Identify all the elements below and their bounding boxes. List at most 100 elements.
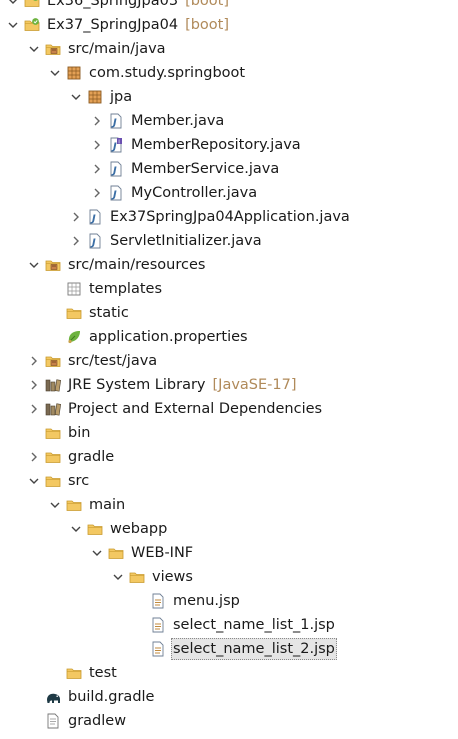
tree-item-decoration: [boot]	[185, 17, 230, 33]
tree-item[interactable]: JRE System Library [JavaSE-17]	[27, 374, 297, 396]
tree-item[interactable]: static	[48, 302, 131, 324]
tree-item[interactable]: gradle	[27, 446, 116, 468]
text-file-icon	[45, 713, 61, 729]
tree-item[interactable]: Ex36_SpringJpa03 [boot]	[6, 0, 229, 12]
tree-item[interactable]: Ex37_SpringJpa04 [boot]	[6, 14, 229, 36]
tree-item[interactable]: views	[111, 566, 195, 588]
gradle-elephant-icon	[45, 689, 61, 705]
source-folder-icon	[45, 353, 61, 369]
tree-item-label: main	[89, 497, 126, 513]
chevron-down-icon[interactable]	[69, 86, 83, 108]
tree-item-label: webapp	[110, 521, 168, 537]
tree-item-label: com.study.springboot	[89, 65, 246, 81]
tree-item[interactable]: WEB-INF	[90, 542, 195, 564]
java-file-icon: J	[108, 185, 124, 201]
tree-item-label: MyController.java	[131, 185, 258, 201]
chevron-down-icon[interactable]	[27, 254, 41, 276]
tree-item[interactable]: J ServletInitializer.java	[69, 230, 264, 252]
tree-item[interactable]: J I MemberRepository.java	[90, 134, 303, 156]
chevron-right-icon[interactable]	[90, 110, 104, 132]
tree-item-label: views	[152, 569, 193, 585]
tree-item-label: application.properties	[89, 329, 248, 345]
library-icon	[45, 401, 61, 417]
chevron-down-icon[interactable]	[111, 566, 125, 588]
tree-item[interactable]: build.gradle	[27, 686, 156, 708]
tree-item[interactable]: src	[27, 470, 91, 492]
tree-item-label: templates	[89, 281, 163, 297]
chevron-placeholder	[27, 710, 41, 732]
chevron-down-icon[interactable]	[6, 0, 20, 12]
chevron-down-icon[interactable]	[27, 38, 41, 60]
chevron-right-icon[interactable]	[27, 446, 41, 468]
tree-item-label: Ex37_SpringJpa04	[47, 17, 179, 33]
chevron-right-icon[interactable]	[27, 398, 41, 420]
folder-icon	[87, 521, 103, 537]
tree-item[interactable]: Project and External Dependencies	[27, 398, 324, 420]
tree-item[interactable]: J Member.java	[90, 110, 226, 132]
chevron-down-icon[interactable]	[69, 518, 83, 540]
folder-icon	[66, 305, 82, 321]
chevron-right-icon[interactable]	[27, 374, 41, 396]
library-icon	[45, 377, 61, 393]
boot-project-icon	[24, 0, 40, 9]
chevron-down-icon[interactable]	[6, 14, 20, 36]
tree-item[interactable]: templates	[48, 278, 164, 300]
chevron-right-icon[interactable]	[90, 158, 104, 180]
chevron-right-icon[interactable]	[27, 350, 41, 372]
tree-item-label: gradle	[68, 449, 115, 465]
jsp-file-icon	[150, 641, 166, 657]
tree-item[interactable]: src/main/resources	[27, 254, 207, 276]
tree-item[interactable]: com.study.springboot	[48, 62, 247, 84]
java-file-icon: J	[108, 113, 124, 129]
tree-item-label: JRE System Library	[68, 377, 206, 393]
tree-item[interactable]: menu.jsp	[132, 590, 242, 612]
source-folder-icon	[45, 41, 61, 57]
tree-item-label: test	[89, 665, 117, 681]
tree-item[interactable]: J MemberService.java	[90, 158, 281, 180]
tree-item-label: select_name_list_1.jsp	[173, 617, 335, 633]
folder-icon	[45, 473, 61, 489]
tree-item[interactable]: gradlew	[27, 710, 128, 732]
jsp-file-icon	[150, 617, 166, 633]
chevron-down-icon[interactable]	[48, 62, 62, 84]
boot-project-icon	[24, 17, 40, 33]
tree-item[interactable]: src/main/java	[27, 38, 168, 60]
chevron-down-icon[interactable]	[27, 470, 41, 492]
chevron-right-icon[interactable]	[69, 206, 83, 228]
chevron-right-icon[interactable]	[90, 134, 104, 156]
tree-item[interactable]: main	[48, 494, 127, 516]
tree-item[interactable]: bin	[27, 422, 92, 444]
tree-item-label: src/main/java	[68, 41, 166, 57]
tree-item[interactable]: src/test/java	[27, 350, 159, 372]
jsp-file-icon	[150, 593, 166, 609]
empty-package-icon	[66, 281, 82, 297]
tree-item-label: Ex37SpringJpa04Application.java	[110, 209, 350, 225]
tree-item[interactable]: jpa	[69, 86, 134, 108]
tree-item[interactable]: webapp	[69, 518, 169, 540]
folder-icon	[129, 569, 145, 585]
folder-icon	[45, 425, 61, 441]
chevron-placeholder	[132, 638, 146, 660]
tree-item[interactable]: select_name_list_2.jsp	[132, 638, 337, 660]
chevron-placeholder	[132, 590, 146, 612]
tree-item-decoration: [boot]	[185, 0, 230, 9]
chevron-down-icon[interactable]	[48, 494, 62, 516]
tree-item-label: Member.java	[131, 113, 225, 129]
tree-item[interactable]: application.properties	[48, 326, 250, 348]
tree-item[interactable]: select_name_list_1.jsp	[132, 614, 337, 636]
tree-item-label: MemberService.java	[131, 161, 280, 177]
folder-icon	[108, 545, 124, 561]
tree-item-label: bin	[68, 425, 91, 441]
chevron-right-icon[interactable]	[69, 230, 83, 252]
java-interface-file-icon: JI	[108, 137, 124, 153]
tree-item[interactable]: J MyController.java	[90, 182, 259, 204]
java-file-icon: J	[87, 233, 103, 249]
tree-item-label: ServletInitializer.java	[110, 233, 262, 249]
tree-item-label: jpa	[110, 89, 133, 105]
chevron-right-icon[interactable]	[90, 182, 104, 204]
tree-item[interactable]: test	[48, 662, 119, 684]
tree-item[interactable]: J Ex37SpringJpa04Application.java	[69, 206, 352, 228]
tree-item-label: select_name_list_2.jsp	[171, 638, 337, 660]
source-folder-icon	[45, 257, 61, 273]
chevron-down-icon[interactable]	[90, 542, 104, 564]
